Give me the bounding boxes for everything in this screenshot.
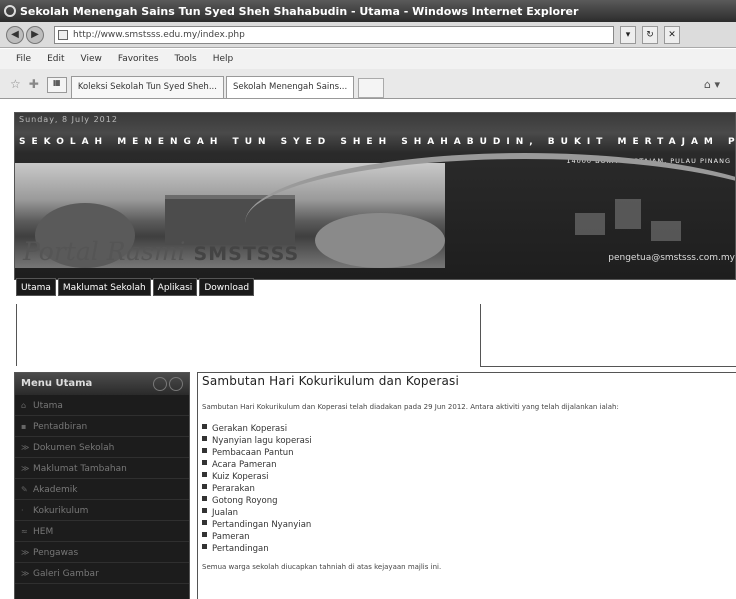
sidebar-title: Menu Utama bbox=[21, 378, 93, 389]
main-menu-sidebar: Menu Utama ⌂ Utama ▪ Pentadbiran ≫ Dokumen … bbox=[14, 372, 190, 599]
document-icon: ≫ bbox=[21, 443, 30, 452]
list-item: Nyanyian lagu koperasi bbox=[202, 435, 736, 447]
article-title: Sambutan Hari Kokurikulum dan Koperasi bbox=[202, 374, 459, 388]
list-item: Pertandingan bbox=[202, 543, 736, 555]
empty-panel-right bbox=[480, 304, 736, 367]
stop-button[interactable]: ✕ bbox=[664, 25, 680, 44]
tab-koleksi[interactable]: Koleksi Sekolah Tun Syed Sheh... bbox=[70, 76, 224, 98]
tab-bar: ☆ ✚ ▦ Koleksi Sekolah Tun Syed Sheh... S… bbox=[0, 69, 736, 99]
nav-aplikasi[interactable]: Aplikasi bbox=[152, 278, 198, 296]
sidebar-item-kokurikulum[interactable]: · Kokurikulum bbox=[15, 500, 189, 521]
new-tab-button[interactable] bbox=[358, 78, 385, 98]
sidebar-item-dokumen-sekolah[interactable]: ≫ Dokumen Sekolah bbox=[15, 437, 189, 458]
list-item: Pertandingan Nyanyian bbox=[202, 519, 736, 531]
menu-edit[interactable]: Edit bbox=[47, 54, 64, 64]
info-icon: ≫ bbox=[21, 464, 30, 473]
activity-list: Gerakan Koperasi Nyanyian lagu koperasi … bbox=[202, 423, 736, 555]
nav-maklumat-sekolah[interactable]: Maklumat Sekolah bbox=[57, 278, 151, 296]
nav-utama[interactable]: Utama bbox=[16, 278, 56, 296]
home-icon: ⌂ bbox=[21, 401, 27, 410]
list-item: Perarakan bbox=[202, 483, 736, 495]
page-icon bbox=[58, 29, 68, 40]
sidebar-item-galeri-gambar[interactable]: ≫ Galeri Gambar bbox=[15, 563, 189, 584]
favorites-star-icon[interactable]: ☆ bbox=[10, 77, 21, 91]
empty-panel-left bbox=[16, 304, 478, 366]
list-item: Gotong Royong bbox=[202, 495, 736, 507]
page-viewport: Sunday, 8 July 2012 SEKOLAH MENENGAH TUN… bbox=[0, 100, 736, 599]
prefect-icon: ≫ bbox=[21, 548, 30, 557]
banner-school-name: SEKOLAH MENENGAH TUN SYED SHEH SHAHABUDI… bbox=[19, 137, 735, 147]
list-item: Jualan bbox=[202, 507, 736, 519]
menu-file[interactable]: File bbox=[16, 54, 31, 64]
address-toolbar: ◀ ▶ http://www.smstsss.edu.my/index.php … bbox=[0, 22, 736, 48]
menu-help[interactable]: Help bbox=[213, 54, 234, 64]
admin-icon: ▪ bbox=[21, 422, 27, 431]
list-item: Acara Pameran bbox=[202, 459, 736, 471]
menu-tools[interactable]: Tools bbox=[175, 54, 197, 64]
portal-script: Portal Rasmi bbox=[23, 237, 186, 266]
tab-current[interactable]: Sekolah Menengah Sains... bbox=[225, 76, 355, 98]
banner-decoration bbox=[575, 193, 695, 243]
menu-bar: File Edit View Favorites Tools Help bbox=[0, 49, 736, 69]
window-title-bar: Sekolah Menengah Sains Tun Syed Sheh Sha… bbox=[0, 0, 736, 22]
back-button[interactable]: ◀ bbox=[6, 25, 24, 44]
menu-view[interactable]: View bbox=[81, 54, 102, 64]
forward-button[interactable]: ▶ bbox=[26, 25, 44, 44]
article-outro: Semua warga sekolah diucapkan tahniah di… bbox=[202, 563, 442, 571]
sidebar-item-pentadbiran[interactable]: ▪ Pentadbiran bbox=[15, 416, 189, 437]
site-banner: Sunday, 8 July 2012 SEKOLAH MENENGAH TUN… bbox=[14, 112, 736, 280]
banner-date: Sunday, 8 July 2012 bbox=[19, 115, 118, 124]
add-favorites-icon[interactable]: ✚ bbox=[29, 77, 39, 91]
sidebar-item-pengawas[interactable]: ≫ Pengawas bbox=[15, 542, 189, 563]
hem-icon: ≈ bbox=[21, 527, 28, 536]
home-icon[interactable]: ⌂ ▾ bbox=[704, 78, 720, 91]
address-url: http://www.smstsss.edu.my/index.php bbox=[73, 29, 245, 40]
banner-email: pengetua@smstsss.com.my bbox=[608, 253, 735, 263]
list-item: Gerakan Koperasi bbox=[202, 423, 736, 435]
portal-abbr: SMSTSSS bbox=[193, 243, 300, 265]
quick-tabs-icon[interactable]: ▦ bbox=[46, 77, 67, 93]
academic-icon: ✎ bbox=[21, 485, 28, 494]
sidebar-item-utama[interactable]: ⌂ Utama bbox=[15, 395, 189, 416]
sidebar-item-hem[interactable]: ≈ HEM bbox=[15, 521, 189, 542]
menu-favorites[interactable]: Favorites bbox=[118, 54, 159, 64]
address-dropdown-button[interactable]: ▾ bbox=[620, 25, 636, 44]
list-item: Pembacaan Pantun bbox=[202, 447, 736, 459]
sidebar-item-akademik[interactable]: ✎ Akademik bbox=[15, 479, 189, 500]
window-title: Sekolah Menengah Sains Tun Syed Sheh Sha… bbox=[20, 4, 579, 18]
sidebar-header: Menu Utama bbox=[15, 373, 189, 395]
internet-explorer-icon bbox=[4, 5, 16, 17]
nav-download[interactable]: Download bbox=[199, 278, 255, 296]
main-content: Sambutan Hari Kokurikulum dan Koperasi S… bbox=[197, 372, 736, 599]
article-intro: Sambutan Hari Kokurikulum dan Koperasi t… bbox=[202, 403, 619, 411]
portal-logo: Portal Rasmi SMSTSSS bbox=[23, 237, 299, 266]
list-item: Pameran bbox=[202, 531, 736, 543]
cocurriculum-icon: · bbox=[21, 506, 24, 515]
sidebar-item-maklumat-tambahan[interactable]: ≫ Maklumat Tambahan bbox=[15, 458, 189, 479]
top-navigation: Utama Maklumat Sekolah Aplikasi Download bbox=[16, 278, 255, 296]
refresh-button[interactable]: ↻ bbox=[642, 25, 658, 44]
address-input[interactable]: http://www.smstsss.edu.my/index.php bbox=[54, 25, 614, 44]
list-item: Kuiz Koperasi bbox=[202, 471, 736, 483]
gallery-icon: ≫ bbox=[21, 569, 30, 578]
